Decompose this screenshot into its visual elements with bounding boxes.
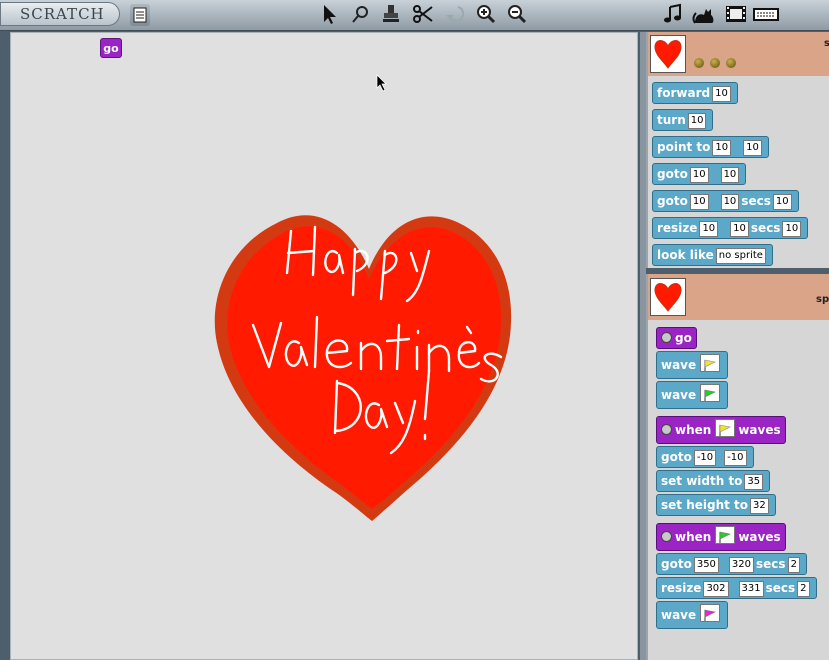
block-wave-green[interactable]: wave [656,381,729,409]
block-arg[interactable]: -10 [693,450,717,466]
block-arg[interactable]: 2 [787,557,800,573]
sprite-viewer-1: s forward10 turn10 point to1010 goto1010… [646,32,829,268]
block-arg[interactable]: 10 [699,221,719,237]
mouse-pointer-icon [376,74,387,92]
when-yellow-waves-hat[interactable]: when waves [656,416,786,444]
block-arg[interactable]: 10 [720,194,740,210]
sprite-name-label: s [824,38,829,49]
block-set-width[interactable]: set width to 35 [656,470,771,492]
block-arg[interactable]: 35 [744,474,764,490]
block-forward[interactable]: forward 10 [652,82,738,104]
sprite-viewer-header: s [648,32,829,76]
block-arg[interactable]: 10 [687,113,707,129]
block-arg[interactable]: 10 [772,194,792,210]
block-arg[interactable]: 10 [730,221,749,237]
heart-thumbnail-icon [654,283,682,312]
run-indicator-icon [661,424,672,435]
stamp-icon[interactable] [380,3,402,25]
green-flag-icon[interactable] [715,526,736,544]
block-arg[interactable]: 10 [782,221,802,237]
zoom-out-icon[interactable] [505,3,527,25]
yellow-flag-icon[interactable] [700,354,721,372]
cat-icon[interactable] [692,3,718,25]
heart-thumbnail-icon [654,40,682,69]
block-arg[interactable]: 320 [728,557,755,573]
film-icon[interactable] [724,3,748,25]
block-arg[interactable]: 350 [693,557,719,573]
music-note-icon[interactable] [662,3,684,25]
valentine-heart-sprite[interactable] [209,183,519,523]
when-green-waves-hat[interactable]: when waves [656,523,786,551]
menu-button[interactable] [130,4,150,26]
block-set-height[interactable]: set height to 32 [656,494,776,516]
block-arg[interactable]: 10 [712,140,732,156]
pink-flag-icon[interactable] [700,604,721,622]
block-arg[interactable]: 10 [720,167,740,183]
script-panel-header: sp [648,274,829,320]
status-dot-2 [710,58,720,68]
scratch-logo: SCRATCH [0,2,120,26]
block-wave-pink[interactable]: wave [656,601,729,629]
script-sprite-name: sp [816,294,829,305]
run-indicator-icon [661,332,672,343]
scissors-icon[interactable] [412,3,434,25]
block-arg[interactable]: 10 [689,167,709,183]
when-go-hat-block[interactable]: go [656,327,697,349]
block-wave-yellow[interactable]: wave [656,351,729,379]
status-dot-3 [726,58,736,68]
block-goto-secs[interactable]: goto 350 320 secs 2 [656,553,807,575]
sprite-thumbnail[interactable] [650,35,686,73]
green-flag-icon[interactable] [700,384,721,402]
block-arg[interactable]: 10 [712,86,731,102]
stage[interactable]: go [10,32,638,660]
block-arg[interactable]: 10 [689,194,709,210]
block-goto-secs[interactable]: goto 10 10 secs 10 [652,190,799,212]
block-arg[interactable]: 32 [750,498,769,514]
run-indicator-icon [661,531,672,542]
status-dot-1 [694,58,704,68]
costume-dropdown[interactable]: no sprite [715,248,766,264]
block-look-like[interactable]: look like no sprite [652,244,773,266]
yellow-flag-icon[interactable] [715,419,736,437]
zoom-in-icon[interactable] [474,3,496,25]
sprite-script-panel: sp go wave wave when waves goto -10 -10 set… [646,274,829,660]
block-arg[interactable]: 331 [738,581,764,597]
block-resize-secs[interactable]: resize 10 10 secs 10 [652,217,809,239]
menu-icon [133,7,147,23]
block-resize-secs[interactable]: resize 302 331 secs 2 [656,577,817,599]
stage-go-button[interactable]: go [100,38,122,58]
undo-icon[interactable] [444,3,466,25]
block-goto-xy[interactable]: goto -10 -10 [656,446,754,468]
block-arg[interactable]: 302 [703,581,729,597]
keyboard-icon[interactable] [752,3,780,25]
script-sprite-thumbnail[interactable] [650,278,686,316]
block-arg[interactable]: 2 [797,581,810,597]
block-goto[interactable]: goto 10 10 [652,163,747,185]
block-arg[interactable]: 10 [743,140,762,156]
block-arg[interactable]: -10 [724,450,747,466]
arrow-icon[interactable] [318,3,340,25]
block-turn[interactable]: turn 10 [652,109,714,131]
toolbar: SCRATCH [0,0,829,31]
magnify-icon[interactable] [350,3,372,25]
block-point-to[interactable]: point to 10 10 [652,136,769,158]
